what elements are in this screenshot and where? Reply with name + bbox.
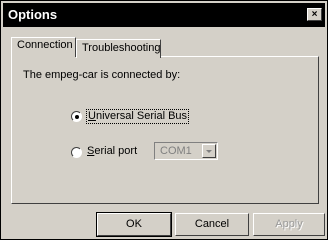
usb-label-text: niversal Serial Bus (95, 110, 188, 122)
radio-selected-dot (75, 115, 79, 119)
options-dialog: Options × Connection Troubleshooting The… (0, 0, 328, 240)
com-port-value: COM1 (160, 145, 192, 157)
close-icon: × (311, 9, 318, 20)
close-button[interactable]: × (307, 8, 322, 21)
chevron-down-icon (206, 150, 212, 153)
cancel-button[interactable]: Cancel (175, 213, 249, 236)
apply-button[interactable]: Apply (253, 213, 325, 236)
usb-radio-label[interactable]: Universal Serial Bus (86, 109, 190, 124)
tab-connection-label: Connection (17, 39, 73, 51)
tab-troubleshooting-label: Troubleshooting (82, 42, 161, 54)
com-port-dropdown-button[interactable] (202, 144, 216, 158)
ok-button[interactable]: OK (96, 212, 172, 237)
connected-by-label: The empeg-car is connected by: (23, 69, 181, 81)
serial-port-radio[interactable] (71, 147, 82, 158)
title-bar[interactable]: Options × (3, 3, 325, 27)
tab-troubleshooting[interactable]: Troubleshooting (76, 39, 161, 58)
serial-port-radio-label[interactable]: Serial port (87, 145, 137, 158)
window-title: Options (8, 7, 58, 22)
tab-connection[interactable]: Connection (11, 37, 76, 57)
usb-radio[interactable] (71, 111, 82, 122)
usb-accel-key: U (88, 110, 96, 122)
com-port-select[interactable]: COM1 (154, 142, 218, 160)
serial-label-text: erial port (94, 145, 138, 157)
